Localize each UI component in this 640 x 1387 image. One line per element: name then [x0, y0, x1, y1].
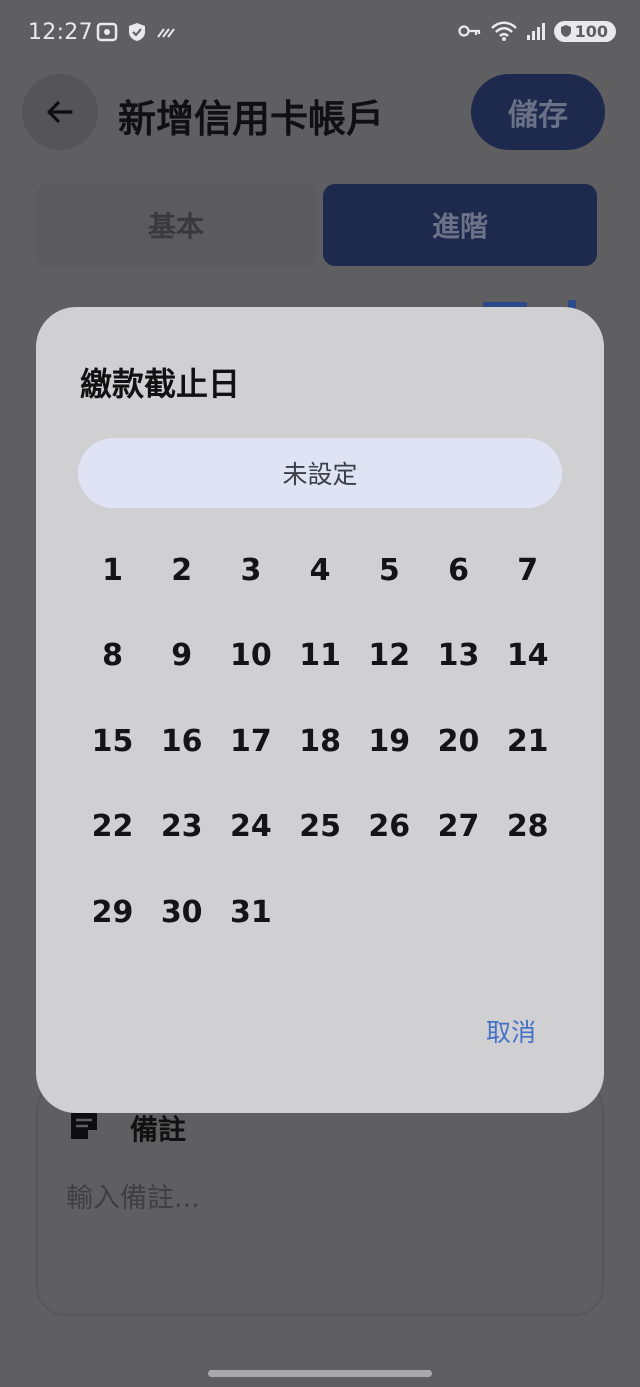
day-23[interactable]: 23 [147, 784, 216, 870]
day-5[interactable]: 5 [355, 527, 424, 613]
status-bar: 12:27 100 [0, 0, 640, 70]
screenshot-icon [96, 22, 118, 42]
arrow-left-icon [47, 101, 73, 123]
battery-shield-icon [560, 25, 571, 37]
day-22[interactable]: 22 [78, 784, 147, 870]
day-4[interactable]: 4 [286, 527, 355, 613]
tab-advanced[interactable]: 進階 [323, 184, 597, 266]
day-28[interactable]: 28 [493, 784, 562, 870]
cancel-button[interactable]: 取消 [456, 1007, 566, 1055]
status-time: 12:27 [28, 20, 93, 45]
battery-level: 100 [574, 21, 608, 41]
day-17[interactable]: 17 [216, 698, 285, 784]
tab-bar: 基本 進階 [36, 184, 598, 268]
day-20[interactable]: 20 [424, 698, 493, 784]
tab-basic[interactable]: 基本 [36, 184, 316, 266]
save-button[interactable]: 儲存 [471, 74, 605, 150]
day-3[interactable]: 3 [216, 527, 285, 613]
day-16[interactable]: 16 [147, 698, 216, 784]
day-21[interactable]: 21 [493, 698, 562, 784]
day-13[interactable]: 13 [424, 613, 493, 699]
signal-dots-icon [157, 28, 175, 38]
notes-title: 備註 [130, 1113, 187, 1146]
day-24[interactable]: 24 [216, 784, 285, 870]
back-button[interactable] [22, 74, 98, 150]
day-6[interactable]: 6 [424, 527, 493, 613]
due-date-dialog: 繳款截止日 未設定 1 2 3 4 5 6 7 8 9 10 11 12 13 14 15 16 17 18 19 2… [36, 307, 604, 1113]
day-1[interactable]: 1 [78, 527, 147, 613]
day-18[interactable]: 18 [286, 698, 355, 784]
notes-card: 備註 輸入備註... [36, 1080, 604, 1316]
shield-icon [129, 23, 145, 41]
battery-indicator: 100 [553, 20, 616, 42]
day-31[interactable]: 31 [216, 869, 285, 955]
day-25[interactable]: 25 [286, 784, 355, 870]
wifi-icon [490, 21, 517, 41]
dialog-title: 繳款截止日 [80, 365, 241, 403]
unset-button[interactable]: 未設定 [78, 438, 562, 508]
day-27[interactable]: 27 [424, 784, 493, 870]
day-14[interactable]: 14 [493, 613, 562, 699]
day-11[interactable]: 11 [286, 613, 355, 699]
day-19[interactable]: 19 [355, 698, 424, 784]
day-7[interactable]: 7 [493, 527, 562, 613]
page-title: 新增信用卡帳戶 [118, 97, 385, 141]
note-icon [71, 1113, 97, 1139]
day-10[interactable]: 10 [216, 613, 285, 699]
day-9[interactable]: 9 [147, 613, 216, 699]
day-30[interactable]: 30 [147, 869, 216, 955]
day-29[interactable]: 29 [78, 869, 147, 955]
day-12[interactable]: 12 [355, 613, 424, 699]
day-15[interactable]: 15 [78, 698, 147, 784]
notes-input[interactable]: 輸入備註... [66, 1176, 200, 1215]
day-8[interactable]: 8 [78, 613, 147, 699]
key-icon [457, 25, 480, 37]
app-bar: 新增信用卡帳戶 儲存 [0, 72, 640, 152]
day-26[interactable]: 26 [355, 784, 424, 870]
cell-signal-icon [526, 23, 545, 40]
day-2[interactable]: 2 [147, 527, 216, 613]
home-indicator[interactable] [208, 1370, 432, 1377]
